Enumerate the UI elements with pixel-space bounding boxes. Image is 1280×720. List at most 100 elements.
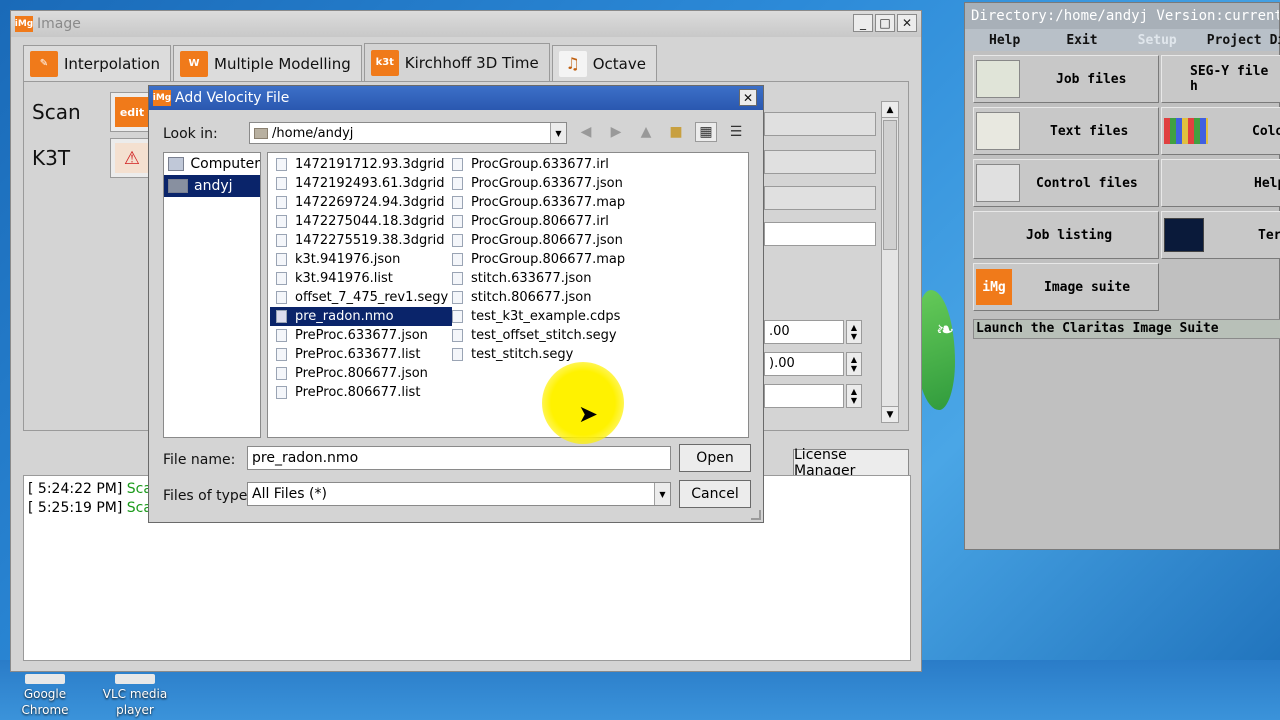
octave-icon: ♫ xyxy=(558,50,587,77)
file-item[interactable]: 1472192493.61.3dgrid xyxy=(270,174,452,193)
file-item[interactable]: 1472275519.38.3dgrid xyxy=(270,231,452,250)
back-icon[interactable]: ◀ xyxy=(575,122,597,142)
dialog-titlebar[interactable]: iMg Add Velocity File ✕ xyxy=(149,86,763,110)
menu-project[interactable]: Project xyxy=(1207,33,1262,48)
file-item[interactable]: ProcGroup.806677.irl xyxy=(446,212,629,231)
file-icon xyxy=(276,158,287,171)
resize-grip[interactable] xyxy=(751,510,761,520)
param-field-4[interactable] xyxy=(764,222,876,246)
open-button[interactable]: Open xyxy=(679,444,751,472)
menu-exit[interactable]: Exit xyxy=(1066,33,1097,48)
file-icon xyxy=(276,348,287,361)
new-folder-icon[interactable]: ■ xyxy=(665,122,687,142)
file-item[interactable]: 1472191712.93.3dgrid xyxy=(270,155,452,174)
file-item[interactable]: stitch.633677.json xyxy=(446,269,629,288)
panel-scrollbar[interactable]: ▲ ▼ xyxy=(881,101,899,423)
file-name: PreProc.633677.list xyxy=(295,347,421,362)
dialog-close-button[interactable]: ✕ xyxy=(739,89,757,106)
desktop-icon-chrome[interactable]: Google Chrome xyxy=(0,674,90,718)
value-spinner-2[interactable]: ▲ ▼ xyxy=(846,352,862,376)
text-files-button[interactable]: Text files xyxy=(973,107,1159,155)
look-in-combo[interactable]: /home/andyj ▼ xyxy=(249,122,567,144)
k3t-icon: k3t xyxy=(370,49,399,76)
file-item[interactable]: k3t.941976.json xyxy=(270,250,452,269)
value-field-3[interactable] xyxy=(764,384,844,408)
file-icon xyxy=(276,177,287,190)
file-item[interactable]: k3t.941976.list xyxy=(270,269,452,288)
file-type-label: Files of type: xyxy=(163,488,253,504)
value-spinner-3[interactable]: ▲ ▼ xyxy=(846,384,862,408)
scroll-up-icon[interactable]: ▲ xyxy=(882,102,898,118)
launcher-titlebar[interactable]: Directory:/home/andyj Version:current Ve xyxy=(965,3,1279,29)
place-home[interactable]: andyj xyxy=(164,175,260,197)
minimize-button[interactable]: _ xyxy=(853,14,873,32)
help-button[interactable]: Help xyxy=(1161,159,1280,207)
chevron-down-icon[interactable]: ▼ xyxy=(550,123,566,143)
scroll-down-icon[interactable]: ▼ xyxy=(882,406,898,422)
value-field-2[interactable]: ).00 xyxy=(764,352,844,376)
cancel-button[interactable]: Cancel xyxy=(679,480,751,508)
job-listing-button[interactable]: Job listing xyxy=(973,211,1159,259)
file-item[interactable]: test_k3t_example.cdps xyxy=(446,307,629,326)
desktop-icon-vlc[interactable]: VLC media player xyxy=(90,674,180,718)
terminal-button[interactable]: Termi xyxy=(1161,211,1280,259)
mouse-cursor-icon: ➤ xyxy=(578,400,599,428)
modelling-icon: W xyxy=(180,50,208,77)
file-item[interactable]: test_offset_stitch.segy xyxy=(446,326,629,345)
menu-help[interactable]: Help xyxy=(989,33,1020,48)
file-item[interactable]: ProcGroup.633677.map xyxy=(446,193,629,212)
maximize-button[interactable]: □ xyxy=(875,14,895,32)
file-name-input[interactable]: pre_radon.nmo xyxy=(247,446,671,470)
file-name: 1472275519.38.3dgrid xyxy=(295,233,445,248)
file-icon xyxy=(452,177,463,190)
tab-multiple-modelling[interactable]: W Multiple Modelling xyxy=(173,45,362,81)
file-item[interactable]: 1472275044.18.3dgrid xyxy=(270,212,452,231)
image-suite-button[interactable]: iMg Image suite xyxy=(973,263,1159,311)
file-item[interactable]: offset_7_475_rev1.segy xyxy=(270,288,452,307)
value-field-1[interactable]: .00 xyxy=(764,320,844,344)
image-window-titlebar[interactable]: iMg Image _ □ ✕ xyxy=(11,11,921,37)
list-view-icon[interactable]: ▦ xyxy=(695,122,717,142)
parent-dir-icon[interactable]: ▲ xyxy=(635,122,657,142)
file-item[interactable]: test_stitch.segy xyxy=(446,345,629,364)
forward-icon[interactable]: ▶ xyxy=(605,122,627,142)
file-name: 1472269724.94.3dgrid xyxy=(295,195,445,210)
file-item[interactable]: 1472269724.94.3dgrid xyxy=(270,193,452,212)
file-item[interactable]: PreProc.806677.json xyxy=(270,364,452,383)
file-item[interactable]: PreProc.633677.json xyxy=(270,326,452,345)
scroll-thumb[interactable] xyxy=(883,120,897,250)
detail-view-icon[interactable]: ☰ xyxy=(725,122,747,142)
control-files-thumb-icon xyxy=(976,164,1020,202)
tab-octave[interactable]: ♫ Octave xyxy=(551,45,657,81)
file-item[interactable]: ProcGroup.633677.irl xyxy=(446,155,629,174)
file-item[interactable]: stitch.806677.json xyxy=(446,288,629,307)
file-icon xyxy=(452,310,463,323)
file-item[interactable]: ProcGroup.806677.json xyxy=(446,231,629,250)
menu-setup[interactable]: Setup xyxy=(1138,33,1177,48)
tab-kirchhoff-3d-time[interactable]: k3t Kirchhoff 3D Time xyxy=(363,43,550,81)
file-item[interactable]: pre_radon.nmo xyxy=(270,307,453,326)
file-type-select[interactable]: All Files (*) ▼ xyxy=(247,482,671,506)
dialog-toolbar: ◀ ▶ ▲ ■ ▦ ☰ xyxy=(575,122,747,142)
file-name-label: File name: xyxy=(163,452,236,468)
file-icon xyxy=(276,386,287,399)
param-field-2[interactable] xyxy=(764,150,876,174)
file-name: 1472192493.61.3dgrid xyxy=(295,176,445,191)
value-spinner-1[interactable]: ▲ ▼ xyxy=(846,320,862,344)
menu-dir[interactable]: Dir xyxy=(1270,33,1280,48)
param-field-3[interactable] xyxy=(764,186,876,210)
place-computer[interactable]: Computer xyxy=(164,153,260,175)
file-item[interactable]: PreProc.633677.list xyxy=(270,345,452,364)
close-button[interactable]: ✕ xyxy=(897,14,917,32)
control-files-button[interactable]: Control files xyxy=(973,159,1159,207)
file-item[interactable]: ProcGroup.806677.map xyxy=(446,250,629,269)
job-files-button[interactable]: Job files xyxy=(973,55,1159,103)
license-manager-button[interactable]: License Manager xyxy=(793,447,909,479)
segy-file-button[interactable]: SEG-Y file h xyxy=(1161,55,1280,103)
file-item[interactable]: PreProc.806677.list xyxy=(270,383,452,402)
file-item[interactable]: ProcGroup.633677.json xyxy=(446,174,629,193)
colour-button[interactable]: Colo xyxy=(1161,107,1280,155)
param-field-1[interactable] xyxy=(764,112,876,136)
tab-interpolation[interactable]: ✎ Interpolation xyxy=(23,45,171,81)
chevron-down-icon[interactable]: ▼ xyxy=(654,483,670,505)
